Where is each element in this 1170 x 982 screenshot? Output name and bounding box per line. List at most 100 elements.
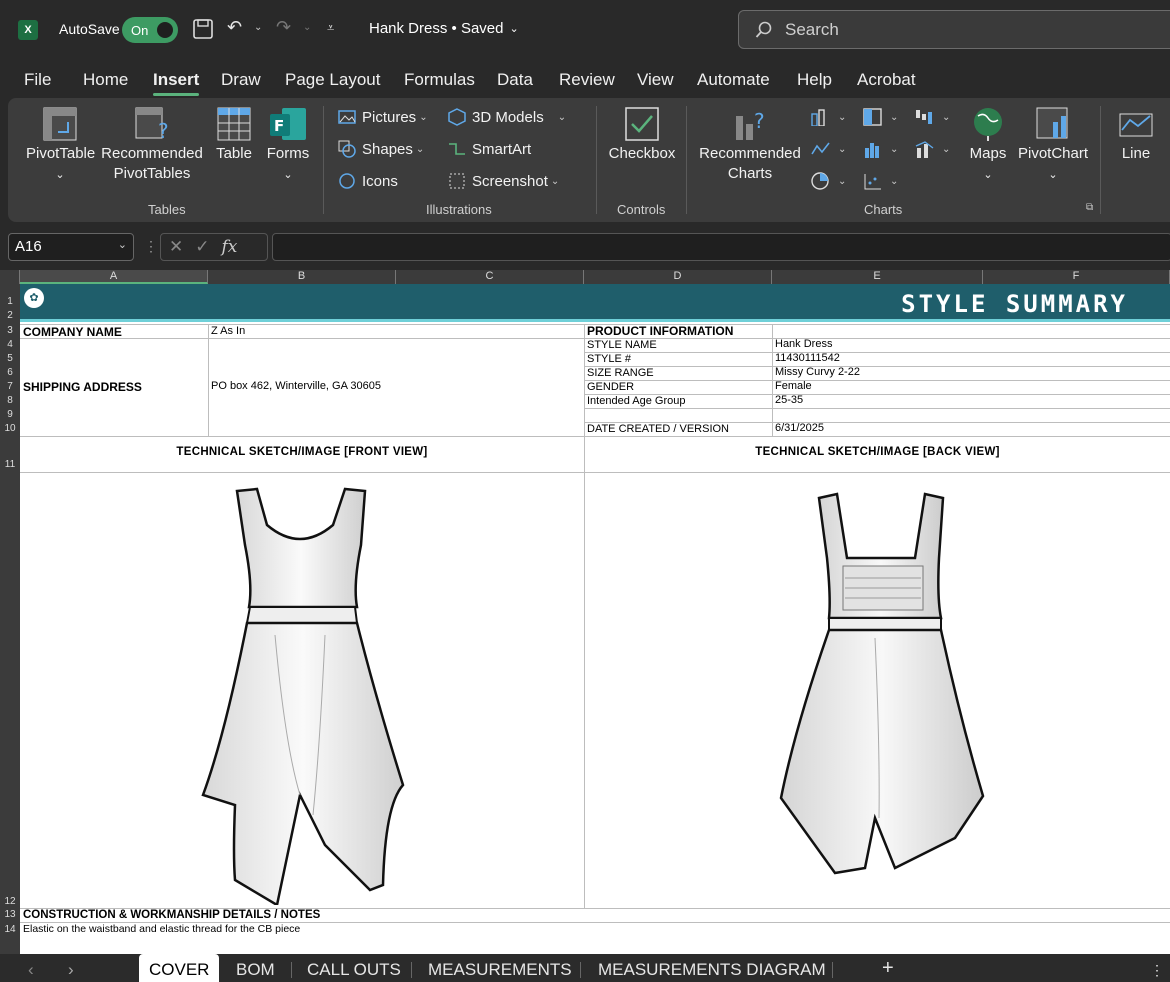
screenshot-button[interactable]: Screenshot ⌄ (448, 172, 559, 190)
statistic-chart-button[interactable]: ⌄ (863, 140, 898, 158)
line-sparkline-button[interactable]: Line (1114, 106, 1158, 164)
row-header-8[interactable]: 8 (0, 395, 20, 406)
scroll-left-icon[interactable]: ‹ (28, 960, 34, 980)
table-button[interactable]: Table (212, 106, 256, 164)
row-header-5[interactable]: 5 (0, 353, 20, 364)
checkbox-button[interactable]: Checkbox (608, 106, 676, 164)
formula-input[interactable] (272, 233, 1170, 261)
pie-chart-button[interactable]: ⌄ (811, 172, 846, 190)
scatter-chart-icon (863, 172, 881, 190)
row-header-2[interactable]: 2 (0, 310, 20, 321)
undo-dropdown-icon[interactable]: ⌄ (254, 22, 262, 33)
tab-formulas[interactable]: Formulas (404, 70, 475, 90)
excel-logo-icon: X (18, 20, 38, 40)
combo-chart-button[interactable]: ⌄ (915, 140, 950, 158)
redo-icon[interactable]: ↷ (276, 17, 291, 38)
document-title[interactable]: Hank Dress • Saved ⌄ (369, 20, 519, 37)
row-header-1[interactable]: 1 (0, 296, 20, 307)
3d-models-button[interactable]: 3D Models ⌄ (448, 108, 566, 126)
customize-toolbar-icon[interactable]: ⩡ (327, 20, 334, 36)
3d-models-label: 3D Models (472, 108, 544, 126)
tab-help[interactable]: Help (797, 70, 832, 90)
tab-home[interactable]: Home (83, 70, 128, 90)
tab-automate[interactable]: Automate (697, 70, 770, 90)
chevron-down-icon: ⌄ (838, 111, 847, 123)
recommended-charts-button[interactable]: ? Recommended Charts (698, 106, 802, 184)
tab-view[interactable]: View (637, 70, 674, 90)
column-header-f[interactable]: F (983, 270, 1170, 284)
company-logo-icon: ✿ (24, 288, 44, 308)
construction-notes-label: CONSTRUCTION & WORKMANSHIP DETAILS / NOT… (23, 909, 321, 921)
enter-icon[interactable]: ✓ (195, 237, 209, 257)
waterfall-chart-button[interactable]: ⌄ (915, 108, 950, 126)
add-sheet-button[interactable]: + (882, 957, 894, 980)
column-header-b[interactable]: B (208, 270, 396, 284)
column-header-a[interactable]: A (20, 270, 208, 284)
construction-notes-value: Elastic on the waistband and elastic thr… (23, 923, 301, 935)
column-header-d[interactable]: D (584, 270, 772, 284)
tab-review[interactable]: Review (559, 70, 615, 90)
forms-icon: F (270, 108, 306, 140)
search-box[interactable]: Search (738, 10, 1170, 49)
column-header-e[interactable]: E (772, 270, 983, 284)
undo-icon[interactable]: ↶ (227, 17, 242, 38)
tab-draw[interactable]: Draw (221, 70, 261, 90)
pictures-button[interactable]: Pictures ⌄ (338, 108, 428, 126)
sheet-tab-measurements[interactable]: MEASUREMENTS (428, 960, 572, 980)
sheet-tab-call-outs[interactable]: CALL OUTS (307, 960, 401, 980)
forms-button[interactable]: F Forms ⌄ (264, 106, 312, 185)
row-header-6[interactable]: 6 (0, 367, 20, 378)
scroll-right-icon[interactable]: › (68, 960, 74, 980)
charts-dialog-launcher-icon[interactable]: ⧉ (1086, 202, 1093, 213)
pivotchart-button[interactable]: PivotChart ⌄ (1016, 106, 1090, 185)
name-box[interactable]: A16 ⌄ (8, 233, 134, 261)
hierarchy-chart-button[interactable]: ⌄ (863, 108, 898, 126)
maps-button[interactable]: Maps ⌄ (966, 106, 1010, 185)
worksheet-grid[interactable]: A B C D E F 1 2 3 4 5 6 7 8 9 10 11 12 1… (0, 270, 1170, 954)
tab-data[interactable]: Data (497, 70, 533, 90)
cancel-icon[interactable]: ✕ (169, 237, 183, 257)
sheet-tab-bom[interactable]: BOM (236, 960, 275, 980)
column-chart-button[interactable]: ⌄ (811, 108, 847, 127)
more-options-icon[interactable]: ⋮ (144, 238, 158, 255)
tab-acrobat[interactable]: Acrobat (857, 70, 916, 90)
shapes-button[interactable]: Shapes ⌄ (338, 140, 424, 158)
sheet-tab-measurements-diagram[interactable]: MEASUREMENTS DIAGRAM (598, 960, 826, 980)
tab-page-layout[interactable]: Page Layout (285, 70, 380, 90)
autosave-toggle[interactable]: On (122, 17, 178, 43)
gridline (772, 324, 773, 436)
line-chart-icon (811, 140, 830, 158)
cube-icon (448, 108, 466, 126)
row-header-14[interactable]: 14 (0, 924, 20, 935)
save-icon[interactable] (192, 18, 214, 40)
row-header-10[interactable]: 10 (0, 423, 20, 434)
row-header-12[interactable]: 12 (0, 896, 20, 907)
back-dress-sketch (779, 492, 985, 875)
row-header-3[interactable]: 3 (0, 325, 20, 336)
gridline (584, 366, 1170, 367)
select-all-corner[interactable] (0, 270, 20, 284)
column-header-c[interactable]: C (396, 270, 584, 284)
tab-file[interactable]: File (24, 70, 51, 90)
row-header-7[interactable]: 7 (0, 381, 20, 392)
row-header-11[interactable]: 11 (0, 459, 20, 470)
recommended-pivottables-button[interactable]: ? Recommended PivotTables (100, 106, 204, 184)
icons-button[interactable]: Icons (338, 172, 398, 190)
chevron-down-icon: ⌄ (983, 169, 993, 181)
row-header-9[interactable]: 9 (0, 409, 20, 420)
sheet-tab-cover[interactable]: COVER (139, 954, 220, 982)
insert-function-icon[interactable]: fx (222, 237, 238, 257)
banner-title: STYLE SUMMARY (901, 290, 1128, 318)
front-dress-sketch (201, 487, 405, 905)
pivot-table-button[interactable]: PivotTable ⌄ (26, 106, 95, 185)
ribbon-separator (686, 106, 687, 214)
row-header-4[interactable]: 4 (0, 339, 20, 350)
redo-dropdown-icon[interactable]: ⌄ (303, 22, 311, 33)
svg-text:F: F (274, 117, 284, 135)
tab-insert[interactable]: Insert (153, 70, 200, 96)
line-chart-button[interactable]: ⌄ (811, 140, 846, 158)
row-header-13[interactable]: 13 (0, 909, 20, 920)
scatter-chart-button[interactable]: ⌄ (863, 172, 898, 190)
more-sheets-icon[interactable]: ⋮ (1150, 962, 1164, 979)
smartart-button[interactable]: SmartArt (448, 140, 531, 158)
